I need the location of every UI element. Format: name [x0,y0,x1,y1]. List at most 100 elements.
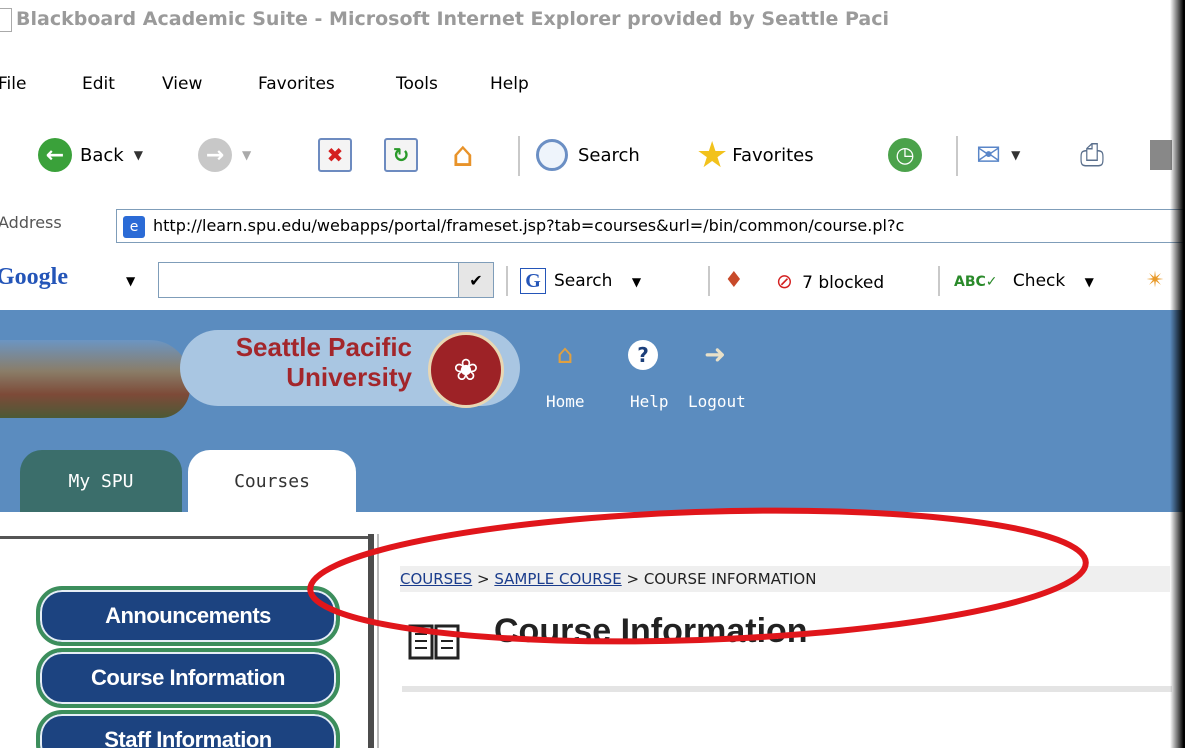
content-fade [400,720,800,748]
favorites-star-icon: ★ [696,134,729,176]
print-button[interactable]: ⎙ [1080,128,1104,182]
help-nav-link[interactable]: Help [630,392,669,411]
menu-edit[interactable]: Edit [82,62,115,106]
tab-my-spu[interactable]: My SPU [20,450,182,512]
stop-icon: ✖ [318,138,352,172]
mail-icon: ✉ [976,137,1002,173]
forward-arrow-icon: → [198,138,232,172]
highlight-icon: ✴ [1146,268,1165,293]
page-title: Course Information [494,612,808,650]
course-information-button[interactable]: Course Information [36,648,340,708]
spellcheck-label: Check [1012,271,1066,291]
breadcrumb-courses-link[interactable]: COURSES [400,570,472,588]
google-search-label: Search [554,271,613,291]
campus-photo [0,340,190,418]
google-search-button[interactable]: G Search ▼ [520,266,641,296]
favorites-label: Favorites [732,144,814,166]
back-arrow-icon: ← [38,138,72,172]
book-icon [408,624,460,660]
google-logo[interactable]: Google [0,264,68,291]
institution-line1: Seattle Pacific [235,332,412,362]
spellcheck-button[interactable]: ABC✓ Check ▼ [954,266,1094,296]
edit-button[interactable] [1150,128,1172,182]
toolbar-divider [938,266,940,296]
home-button[interactable]: ⌂ [452,128,474,182]
help-nav-icon[interactable]: ? [628,340,658,370]
spellcheck-icon: ABC✓ [954,274,998,290]
spellcheck-dropdown-icon[interactable]: ▼ [1085,275,1094,289]
menu-view[interactable]: View [162,62,202,106]
breadcrumb: COURSES > SAMPLE COURSE > COURSE INFORMA… [400,566,1170,592]
popup-blocker-button[interactable]: ⊘ 7 blocked [776,266,884,296]
mail-dropdown-icon[interactable]: ▼ [1011,148,1020,162]
menu-file[interactable]: File [0,62,26,106]
title-divider [402,686,1172,692]
toolbar-divider [956,136,958,176]
refresh-icon: ↻ [384,138,418,172]
frame-divider[interactable] [368,534,374,748]
standard-toolbar: ← Back ▼ → ▼ ✖ ↻ ⌂ Search ★ Favorites ◷ [0,128,1185,182]
google-g-icon: G [520,268,546,294]
menu-help[interactable]: Help [490,62,529,106]
logout-nav-icon[interactable]: ➜ [700,340,730,370]
address-input[interactable]: e http://learn.spu.edu/webapps/portal/fra… [116,209,1185,243]
print-icon: ⎙ [1080,137,1104,173]
screen-edge [1170,0,1185,748]
favorites-button[interactable]: ★ Favorites [696,128,814,182]
institution-line2: University [286,362,412,392]
frame-divider-edge [377,534,379,748]
google-search-dropdown-icon[interactable]: ▼ [632,275,641,289]
menu-favorites[interactable]: Favorites [258,62,335,106]
toolbar-divider [708,266,710,296]
history-button[interactable]: ◷ [888,128,922,182]
google-search-input[interactable] [158,262,460,298]
announcements-button[interactable]: Announcements [36,586,340,646]
toolbar-divider [518,136,520,176]
home-icon: ⌂ [452,135,474,175]
home-nav-icon[interactable]: ⌂ [550,340,580,370]
title-bar: Blackboard Academic Suite - Microsoft In… [0,0,1185,40]
forward-dropdown-icon[interactable]: ▼ [242,148,251,162]
highlight-button[interactable]: ✴ [1146,266,1164,296]
google-toolbar: Google ▼ ✔ G Search ▼ ♦ ⊘ 7 blocked ABC✓ … [0,258,1185,302]
google-menu-dropdown-icon[interactable]: ▼ [126,274,135,288]
edit-icon [1150,140,1172,170]
toolbar-divider [506,266,508,296]
address-label: Address [0,213,62,232]
news-icon: ♦ [724,268,744,293]
site-header: Seattle Pacific University ❀ ⌂ ? ➜ Home … [0,310,1185,512]
back-button[interactable]: ← Back ▼ [38,128,143,182]
menu-bar: File Edit View Favorites Tools Help [0,62,1185,106]
breadcrumb-current: COURSE INFORMATION [643,570,817,588]
address-url: http://learn.spu.edu/webapps/portal/fram… [153,216,905,235]
google-input-dropdown-icon[interactable]: ✔ [458,262,494,298]
window-icon [0,7,12,32]
search-icon [536,139,568,171]
menu-tools[interactable]: Tools [396,62,438,106]
refresh-button[interactable]: ↻ [384,128,418,182]
forward-button[interactable]: → ▼ [198,128,251,182]
search-button[interactable]: Search [536,128,640,182]
tab-courses[interactable]: Courses [188,450,356,512]
blocked-count: 7 blocked [802,273,885,293]
mail-button[interactable]: ✉ ▼ [976,128,1020,182]
history-icon: ◷ [888,138,922,172]
breadcrumb-separator: > [476,570,490,588]
institution-name: Seattle Pacific University [192,332,412,392]
page-icon: e [123,215,145,238]
university-seal-icon: ❀ [428,332,504,408]
home-nav-link[interactable]: Home [546,392,585,411]
back-label: Back [80,144,124,166]
stop-button[interactable]: ✖ [318,128,352,182]
breadcrumb-sample-course-link[interactable]: SAMPLE COURSE [494,570,621,588]
news-button[interactable]: ♦ [724,266,744,296]
popup-blocked-icon: ⊘ [776,269,793,293]
back-dropdown-icon[interactable]: ▼ [134,148,143,162]
address-bar: Address e http://learn.spu.edu/webapps/po… [0,203,1185,249]
breadcrumb-separator: > [626,570,640,588]
browser-window: Blackboard Academic Suite - Microsoft In… [0,0,1185,748]
staff-information-button[interactable]: Staff Information [36,710,340,748]
logout-nav-link[interactable]: Logout [688,392,746,411]
window-title: Blackboard Academic Suite - Microsoft In… [16,8,889,30]
search-label: Search [578,144,640,166]
